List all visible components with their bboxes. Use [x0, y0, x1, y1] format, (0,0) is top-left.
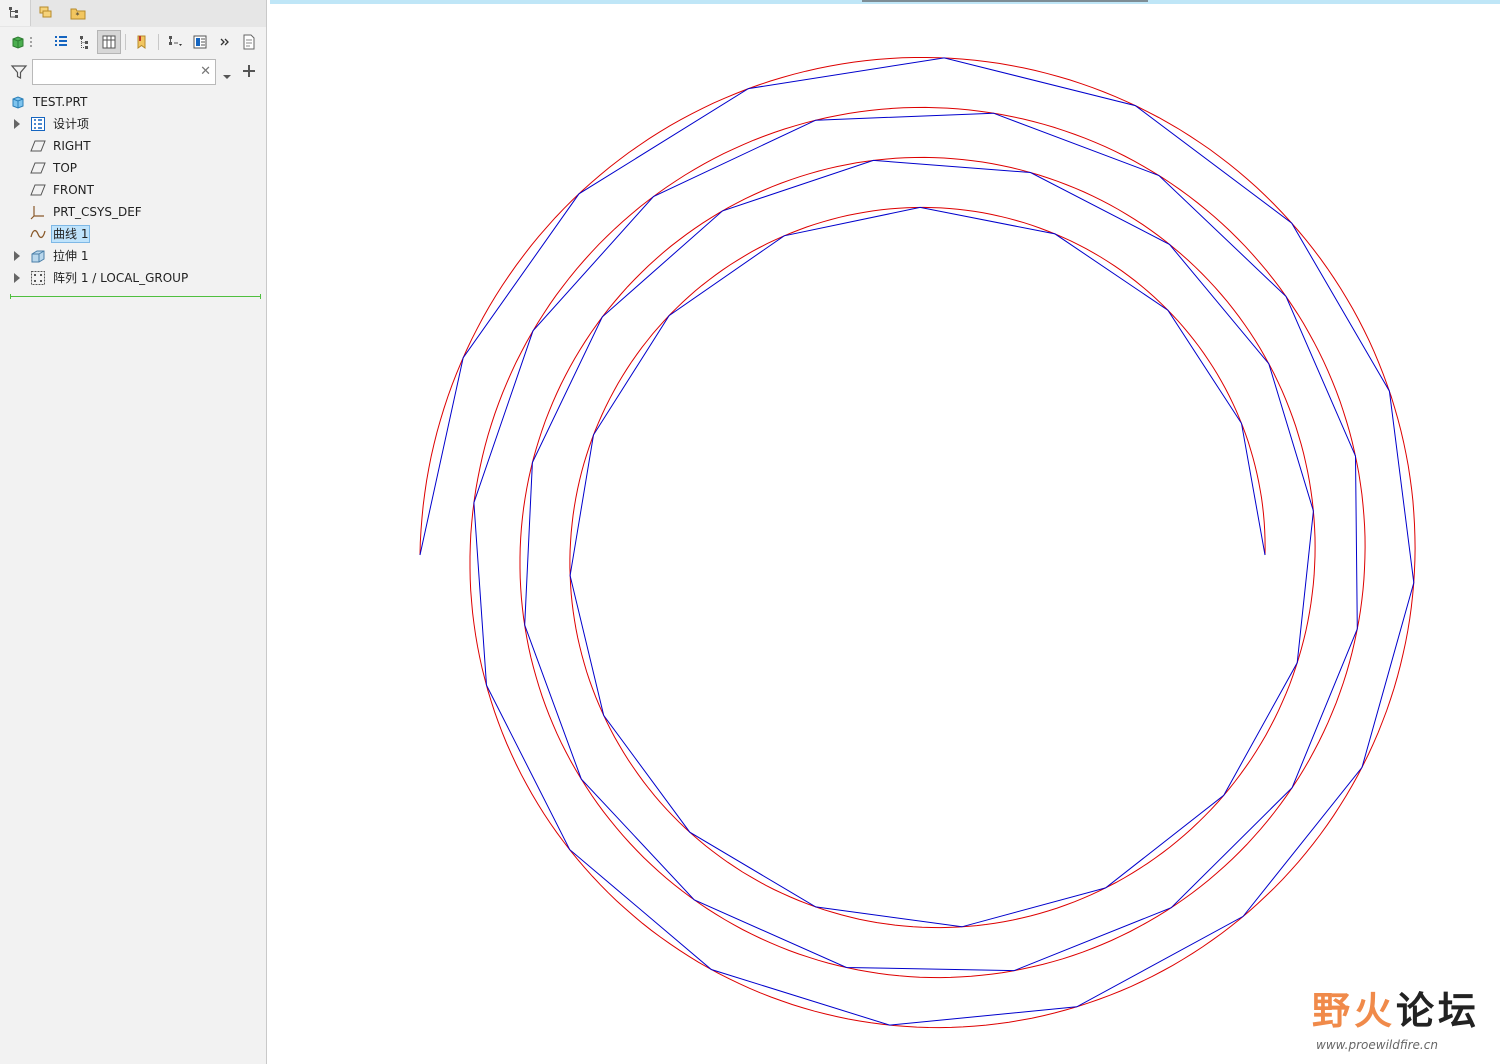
watermark-title-dark: 论坛: [1396, 989, 1481, 1033]
spiral-curve-canvas[interactable]: [0, 0, 1500, 1064]
watermark-logo: 野火论坛: [1312, 980, 1480, 1035]
forum-watermark: 野火论坛 www.proewildfire.cn: [1312, 980, 1498, 1060]
watermark-url: www.proewildfire.cn: [1316, 1038, 1438, 1052]
spiral-smooth-curve[interactable]: [419, 57, 1416, 1029]
watermark-title-light: 野火: [1312, 989, 1397, 1033]
